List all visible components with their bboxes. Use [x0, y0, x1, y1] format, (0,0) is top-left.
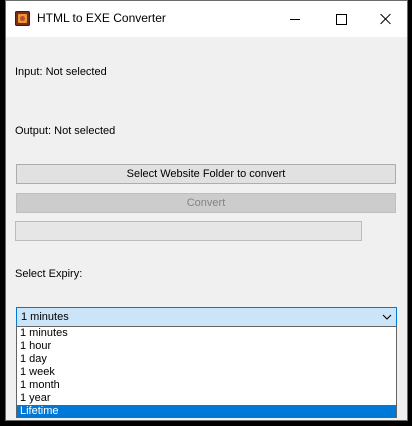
expiry-select[interactable]: 1 minutes	[16, 307, 397, 327]
expiry-selected-value: 1 minutes	[21, 311, 69, 323]
expiry-option[interactable]: 1 day	[17, 353, 396, 366]
input-status-label: Input: Not selected	[15, 66, 107, 78]
conversion-progress-bar	[15, 221, 362, 241]
window-title: HTML to EXE Converter	[37, 11, 166, 25]
chevron-down-icon	[382, 314, 392, 320]
expiry-option[interactable]: 1 hour	[17, 340, 396, 353]
convert-button[interactable]: Convert	[16, 193, 396, 213]
close-button[interactable]	[363, 1, 407, 37]
expiry-option[interactable]: 1 month	[17, 379, 396, 392]
maximize-button[interactable]	[318, 1, 364, 37]
title-bar[interactable]: HTML to EXE Converter	[6, 1, 407, 37]
expiry-label: Select Expiry:	[15, 268, 83, 280]
expiry-option[interactable]: 1 minutes	[17, 327, 396, 340]
expiry-option[interactable]: 1 year	[17, 392, 396, 405]
expiry-option[interactable]: 1 week	[17, 366, 396, 379]
close-icon	[380, 13, 392, 25]
minimize-button[interactable]	[272, 1, 318, 37]
expiry-option[interactable]: Lifetime	[17, 405, 396, 418]
expiry-dropdown-list: 1 minutes 1 hour 1 day 1 week 1 month 1 year L…	[16, 326, 397, 418]
output-status-label: Output: Not selected	[15, 125, 116, 137]
maximize-icon	[335, 13, 347, 25]
app-icon	[15, 11, 30, 26]
select-website-folder-button[interactable]: Select Website Folder to convert	[16, 164, 396, 184]
app-window: HTML to EXE Converter Input: Not selecte…	[5, 0, 408, 421]
minimize-icon	[290, 18, 300, 20]
